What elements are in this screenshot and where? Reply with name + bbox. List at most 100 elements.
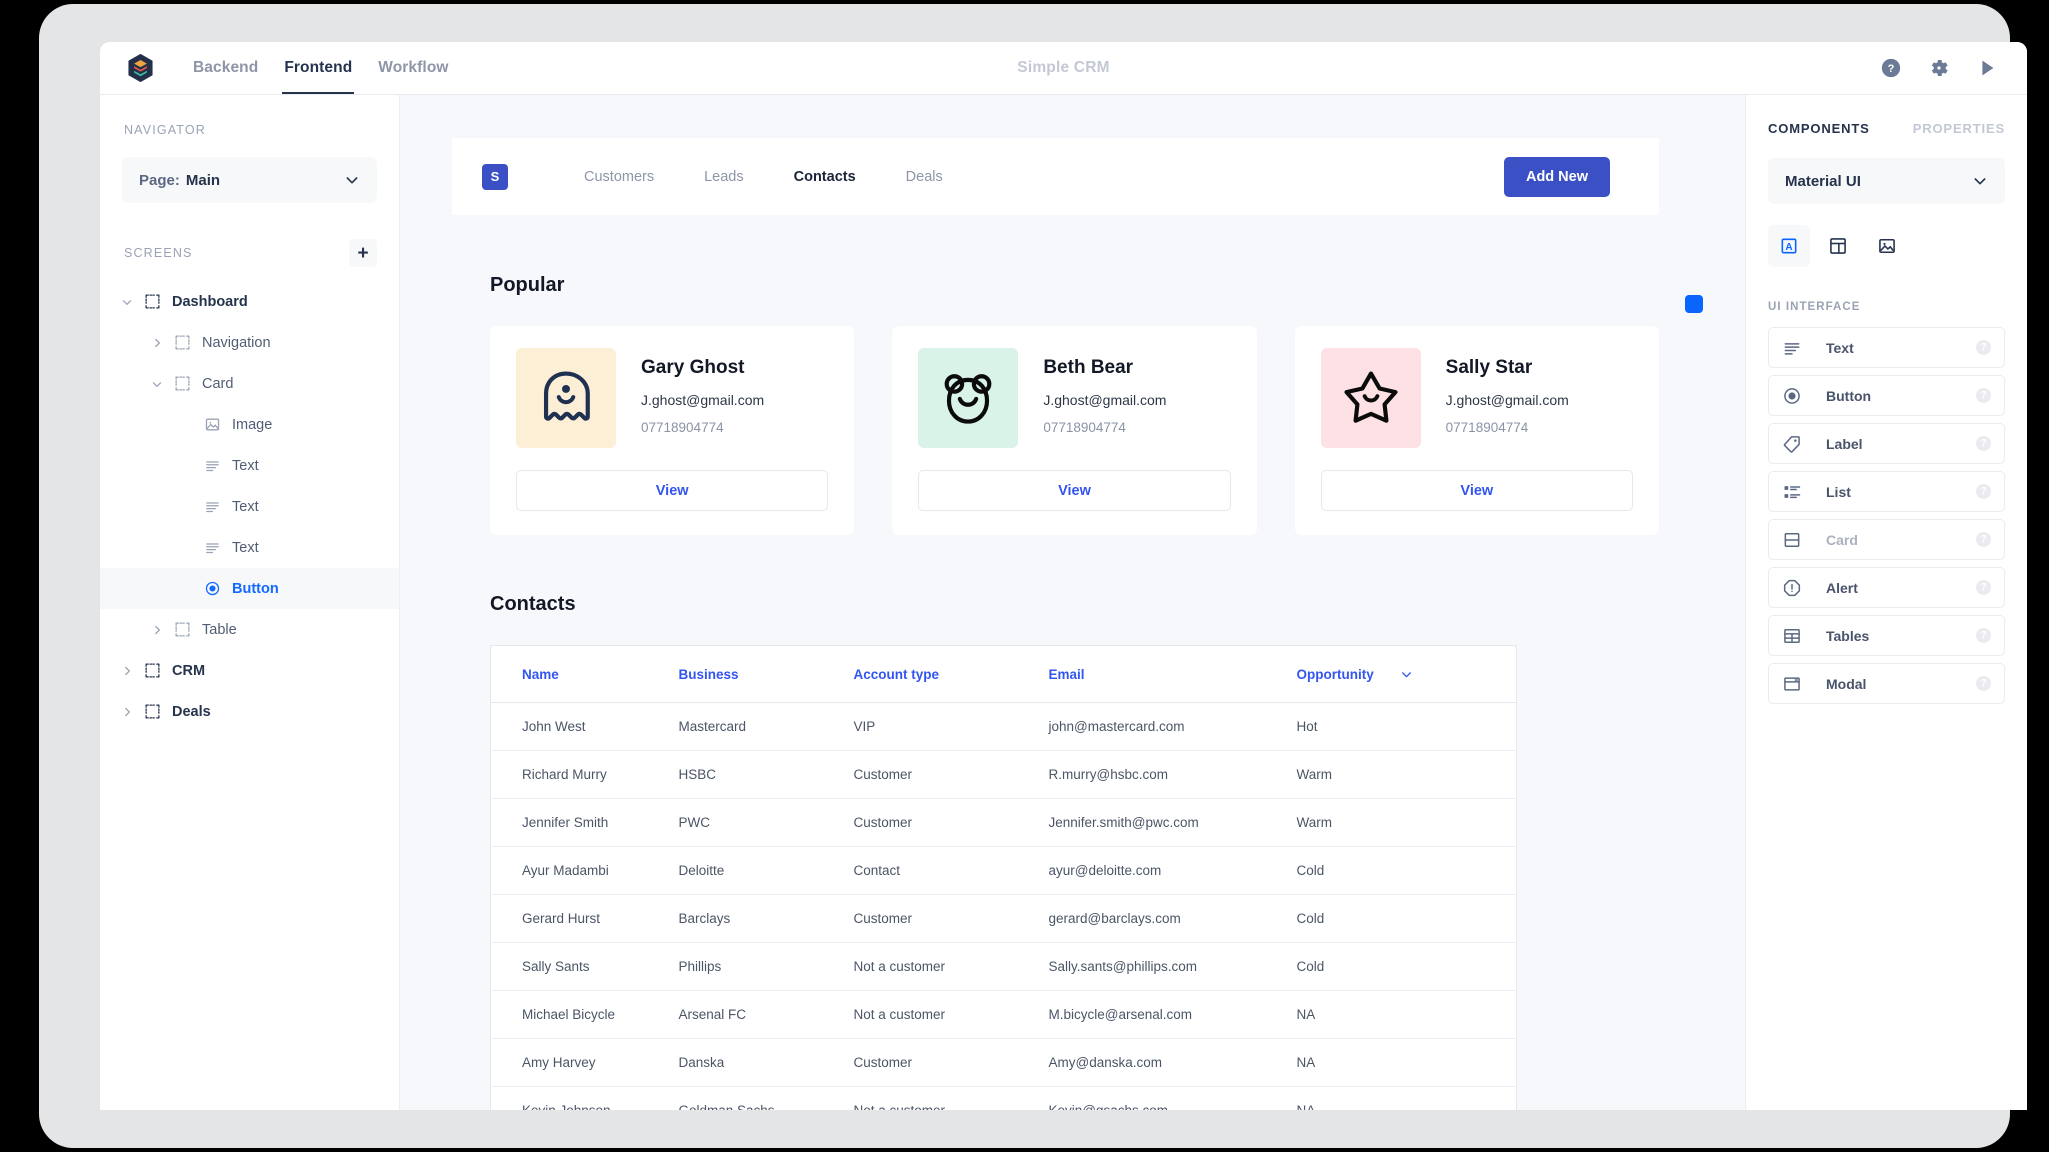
artboard: S Customers Leads Contacts Deals Add New…	[452, 138, 1659, 1110]
table-row[interactable]: Richard Murry HSBC Customer R.murry@hsbc.co…	[490, 750, 1517, 799]
popular-card-view-button[interactable]: View	[516, 470, 829, 511]
popular-card: Sally Star J.ghost@gmail.com 07718904774 Vi…	[1294, 326, 1659, 535]
help-circle-icon[interactable]: ?	[1880, 57, 1902, 79]
component-item-modal[interactable]: Modal?	[1768, 663, 2005, 704]
add-new-button[interactable]: Add New	[1503, 156, 1610, 197]
component-help-icon[interactable]: ?	[1976, 484, 1991, 499]
table-cell: NA	[1296, 1038, 1517, 1087]
table-row[interactable]: Sally Sants Phillips Not a customer Sally.s…	[490, 942, 1517, 991]
popular-card-view-button[interactable]: View	[918, 470, 1231, 511]
table-row[interactable]: Gerard Hurst Barclays Customer gerard@barcl…	[490, 894, 1517, 943]
component-library-select[interactable]: Material UI	[1768, 158, 2005, 204]
preview-tab-customers[interactable]: Customers	[584, 169, 654, 185]
component-help-icon[interactable]: ?	[1976, 532, 1991, 547]
table-row[interactable]: Kevin JohnsonGoldman SachsNot a customer…	[490, 1086, 1517, 1110]
tree-caret-toggle[interactable]	[120, 295, 134, 309]
tree-item-deals[interactable]: Deals	[100, 691, 399, 732]
tree-caret-toggle[interactable]	[150, 377, 164, 391]
design-canvas[interactable]: S Customers Leads Contacts Deals Add New…	[400, 95, 1745, 1110]
table-header-email[interactable]: Email	[1048, 645, 1297, 703]
table-cell: Warm	[1296, 750, 1517, 799]
category-layout-button[interactable]	[1817, 225, 1859, 267]
tree-caret-placeholder	[180, 459, 194, 473]
preview-logo-badge[interactable]: S	[482, 163, 508, 190]
popular-section: Popular Gary Ghost J.ghost@gmail.com 07718…	[452, 215, 1659, 535]
preview-tab-contacts[interactable]: Contacts	[794, 169, 856, 185]
table-cell: gerard@barclays.com	[1048, 894, 1297, 943]
component-help-icon[interactable]: ?	[1976, 388, 1991, 403]
component-item-label: Button	[1826, 387, 1872, 404]
table-cell: M.bicycle@arsenal.com	[1048, 990, 1297, 1039]
component-item-tables[interactable]: Tables?	[1768, 615, 2005, 656]
tree-item-dashboard[interactable]: Dashboard	[100, 281, 399, 322]
component-item-label: Alert	[1826, 579, 1858, 596]
table-cell: PWC	[678, 798, 854, 847]
popular-card-view-button[interactable]: View	[1320, 470, 1633, 511]
popular-card-email: J.ghost@gmail.com	[1445, 392, 1569, 408]
tree-caret-toggle[interactable]	[150, 336, 164, 350]
table-row[interactable]: John West Mastercard VIP john@mastercard.co…	[490, 702, 1517, 751]
table-cell: Customer	[853, 1038, 1049, 1087]
tree-caret-toggle[interactable]	[120, 705, 134, 719]
category-text-button[interactable]: A	[1768, 225, 1810, 267]
top-tab-workflow[interactable]: Workflow	[365, 42, 461, 94]
component-help-icon[interactable]: ?	[1976, 580, 1991, 595]
table-cell: Amy Harvey	[490, 1038, 679, 1087]
preview-navbar: S Customers Leads Contacts Deals Add New	[452, 138, 1659, 215]
component-help-icon[interactable]: ?	[1976, 676, 1991, 691]
tree-item-card[interactable]: Card	[100, 363, 399, 404]
popular-card-phone: 07718904774	[1043, 420, 1126, 435]
component-item-alert[interactable]: Alert?	[1768, 567, 2005, 608]
component-item-card[interactable]: Card?	[1768, 519, 2005, 560]
component-help-icon[interactable]: ?	[1976, 436, 1991, 451]
tree-caret-toggle[interactable]	[120, 664, 134, 678]
screens-header: SCREENS +	[100, 239, 399, 267]
preview-tab-leads[interactable]: Leads	[704, 169, 744, 185]
popular-cards: Gary Ghost J.ghost@gmail.com 07718904774 Vi…	[452, 326, 1659, 535]
device-frame: Backend Frontend Workflow Simple CRM ? N…	[39, 4, 2027, 1148]
tree-item-text[interactable]: Text	[100, 445, 399, 486]
component-item-text[interactable]: Text?	[1768, 327, 2005, 368]
table-row[interactable]: Ayur Madambi Deloitte Contact ayur@deloitte…	[490, 846, 1517, 895]
tree-caret-placeholder	[180, 541, 194, 555]
play-icon[interactable]	[1976, 57, 1998, 79]
tree-item-navigation[interactable]: Navigation	[100, 322, 399, 363]
table-cell: Deloitte	[678, 846, 854, 895]
preview-tab-deals[interactable]: Deals	[906, 169, 943, 185]
navigator-caption: NAVIGATOR	[124, 123, 206, 137]
tree-item-text[interactable]: Text	[100, 527, 399, 568]
component-item-label[interactable]: Label?	[1768, 423, 2005, 464]
add-screen-button[interactable]: +	[349, 239, 377, 267]
gear-icon[interactable]	[1928, 57, 1950, 79]
component-item-list[interactable]: List?	[1768, 471, 2005, 512]
tree-item-label: CRM	[172, 662, 206, 679]
table-row[interactable]: Michael Bicycle Arsenal FC Not a customer M…	[490, 990, 1517, 1039]
component-help-icon[interactable]: ?	[1976, 628, 1991, 643]
page-select[interactable]: Page: Main	[122, 157, 377, 203]
stacked-hexagon-logo-icon[interactable]	[127, 53, 154, 83]
top-tab-frontend[interactable]: Frontend	[271, 42, 365, 94]
tree-item-label: Image	[232, 416, 273, 433]
tab-properties[interactable]: PROPERTIES	[1913, 121, 2005, 136]
left-navigator-panel: NAVIGATOR Page: Main SCREENS + Dashboard…	[100, 95, 400, 1110]
table-cell: NA	[1296, 990, 1517, 1039]
table-header-account-type[interactable]: Account type	[853, 645, 1049, 703]
tree-item-button[interactable]: Button	[100, 568, 399, 609]
table-header-opportunity[interactable]: Opportunity	[1296, 645, 1517, 703]
top-tab-backend[interactable]: Backend	[180, 42, 271, 94]
tree-item-table[interactable]: Table	[100, 609, 399, 650]
component-help-icon[interactable]: ?	[1976, 340, 1991, 355]
component-item-button[interactable]: Button?	[1768, 375, 2005, 416]
tree-item-crm[interactable]: CRM	[100, 650, 399, 691]
selection-handle[interactable]	[1685, 295, 1703, 313]
tab-components[interactable]: COMPONENTS	[1768, 121, 1870, 136]
tree-item-image[interactable]: Image	[100, 404, 399, 445]
table-row[interactable]: Amy Harvey Danska Customer Amy@danska.com NA	[490, 1038, 1517, 1087]
category-image-button[interactable]	[1866, 225, 1908, 267]
tree-item-text[interactable]: Text	[100, 486, 399, 527]
table-row[interactable]: Jennifer Smith PWC Customer Jennifer.smith@…	[490, 798, 1517, 847]
tree-caret-toggle[interactable]	[150, 623, 164, 637]
tree-item-label: Deals	[172, 703, 211, 720]
table-header-name[interactable]: Name	[490, 645, 679, 703]
table-header-business[interactable]: Business	[678, 645, 854, 703]
